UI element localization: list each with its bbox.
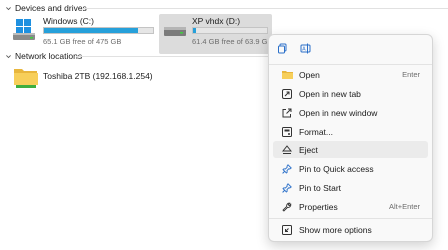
menu-item-pin-to-start[interactable]: Pin to Start	[273, 179, 428, 196]
network-section-label: Network locations	[15, 51, 83, 61]
menu-item-label: Show more options	[299, 224, 372, 235]
format-icon	[275, 126, 299, 137]
menu-item-label: Pin to Quick access	[299, 163, 374, 174]
menu-item-label: Open in new window	[299, 107, 378, 118]
menu-item-label: Eject	[299, 144, 318, 155]
drive-usage-bar	[192, 27, 268, 34]
copy-button[interactable]	[273, 41, 291, 59]
drive-usage-fill	[193, 28, 196, 33]
network-location-name: Toshiba 2TB (192.168.1.254)	[43, 71, 153, 81]
drive-usage-fill	[44, 28, 138, 33]
drive-name: XP vhdx (D:)	[192, 16, 241, 26]
menu-item-label: Properties	[299, 201, 338, 212]
new-window-icon	[275, 108, 299, 118]
menu-item-open-in-new-window[interactable]: Open in new window	[273, 104, 428, 121]
menu-item-label: Pin to Start	[299, 182, 342, 193]
drive-usage-bar	[43, 27, 154, 34]
more-options-icon	[275, 224, 299, 235]
drive-c[interactable]: Windows (C:) 65.1 GB free of 475 GB	[9, 14, 159, 54]
pin-icon	[275, 163, 299, 174]
network-location-item[interactable]: Toshiba 2TB (192.168.1.254)	[13, 66, 213, 92]
devices-section-label: Devices and drives	[15, 3, 87, 13]
section-divider	[82, 8, 448, 9]
menu-item-label: Format...	[299, 126, 334, 137]
drive-free-space: 65.1 GB free of 475 GB	[43, 37, 122, 46]
section-divider	[76, 56, 268, 57]
menu-item-open-in-new-tab[interactable]: Open in new tab	[273, 85, 428, 102]
copy-icon	[277, 41, 288, 59]
drive-icon	[164, 24, 186, 42]
menu-item-format[interactable]: Format...	[273, 123, 428, 140]
menu-item-label: Open	[299, 69, 320, 80]
menu-item-open[interactable]: Open Enter	[273, 66, 428, 83]
context-menu-toolbar: A	[269, 35, 432, 64]
chevron-down-icon	[3, 3, 13, 13]
network-section-header[interactable]: Network locations	[0, 49, 82, 63]
menu-separator	[269, 218, 432, 219]
menu-item-pin-to-quick-access[interactable]: Pin to Quick access	[273, 160, 428, 177]
chevron-down-icon	[3, 51, 13, 61]
devices-section-header[interactable]: Devices and drives	[0, 1, 87, 15]
windows-drive-icon	[13, 19, 37, 46]
pin-icon	[275, 182, 299, 193]
menu-item-shortcut: Alt+Enter	[388, 202, 420, 211]
menu-separator	[269, 64, 432, 65]
menu-item-label: Open in new tab	[299, 88, 361, 99]
new-tab-icon	[275, 88, 299, 99]
folder-icon	[275, 70, 299, 79]
rename-button[interactable]: A	[297, 41, 315, 59]
drive-d[interactable]: XP vhdx (D:) 61.4 GB free of 63.9 GB	[159, 14, 272, 54]
menu-item-show-more-options[interactable]: Show more options	[273, 221, 428, 238]
context-menu: A Open Enter Open in new tab Open in new…	[268, 34, 433, 242]
rename-icon: A	[300, 41, 312, 59]
menu-item-shortcut: Enter	[402, 70, 420, 79]
menu-item-eject[interactable]: Eject	[273, 141, 428, 158]
drive-free-space: 61.4 GB free of 63.9 GB	[192, 37, 273, 46]
wrench-icon	[275, 202, 299, 212]
network-folder-icon	[13, 66, 39, 95]
drive-name: Windows (C:)	[43, 16, 95, 26]
menu-item-properties[interactable]: Properties Alt+Enter	[273, 198, 428, 215]
eject-icon	[275, 144, 299, 155]
